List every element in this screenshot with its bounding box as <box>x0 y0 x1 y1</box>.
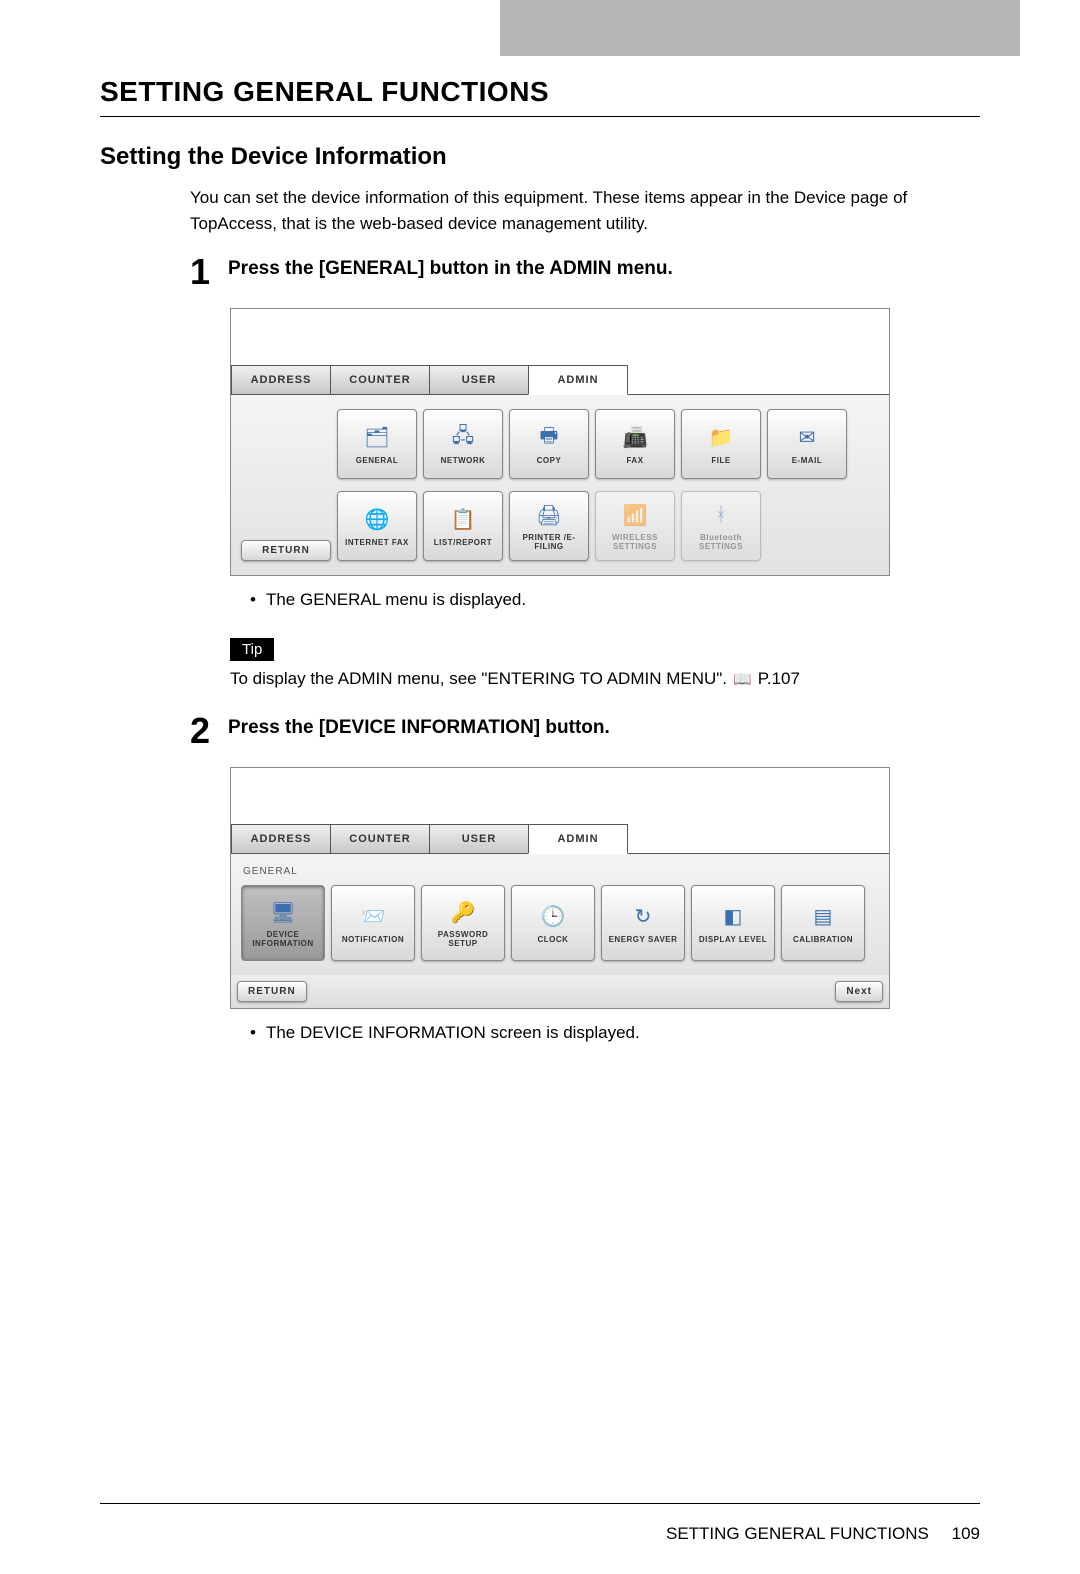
tip-text: To display the ADMIN menu, see "ENTERING… <box>230 669 980 689</box>
tab-row: ADDRESS COUNTER USER ADMIN <box>231 365 889 395</box>
step-2-result: The DEVICE INFORMATION screen is display… <box>250 1023 980 1043</box>
notification-button[interactable]: 📨 NOTIFICATION <box>331 885 415 961</box>
wireless-settings-button[interactable]: 📶 WIRELESS SETTINGS <box>595 491 675 561</box>
header-grey-block <box>500 0 1020 56</box>
screenshot-general-menu: ADDRESS COUNTER USER ADMIN GENERAL 🖥 DEV… <box>230 767 890 1009</box>
section-title: SETTING GENERAL FUNCTIONS <box>100 76 980 108</box>
tab-row: ADDRESS COUNTER USER ADMIN <box>231 824 889 854</box>
display-icon: ◧ <box>716 902 750 932</box>
copy-icon: 🖶 <box>532 423 566 453</box>
screenshot-admin-menu: ADDRESS COUNTER USER ADMIN 🗂 GENERAL 🖧 N… <box>230 308 890 576</box>
fax-button[interactable]: 📠 FAX <box>595 409 675 479</box>
fax-icon: 📠 <box>618 423 652 453</box>
clock-icon: 🕒 <box>536 902 570 932</box>
tab-address[interactable]: ADDRESS <box>231 365 331 395</box>
password-setup-button[interactable]: 🔑 PASSWORD SETUP <box>421 885 505 961</box>
page-footer: SETTING GENERAL FUNCTIONS 109 <box>100 1503 980 1574</box>
device-information-button[interactable]: 🖥 DEVICE INFORMATION <box>241 885 325 961</box>
energy-saver-button[interactable]: ↻ ENERGY SAVER <box>601 885 685 961</box>
file-icon: 📁 <box>704 423 738 453</box>
tab-admin[interactable]: ADMIN <box>528 824 628 854</box>
display-level-button[interactable]: ◧ DISPLAY LEVEL <box>691 885 775 961</box>
step-1-title: Press the [GENERAL] button in the ADMIN … <box>228 258 980 280</box>
energy-icon: ↻ <box>626 902 660 932</box>
subsection-title: Setting the Device Information <box>100 143 980 171</box>
next-button[interactable]: Next <box>835 981 883 1002</box>
bt-icon: ᚼ <box>704 500 738 530</box>
return-button[interactable]: RETURN <box>237 981 307 1002</box>
tab-user[interactable]: USER <box>429 365 529 395</box>
general-button[interactable]: 🗂 GENERAL <box>337 409 417 479</box>
step-2: 2 Press the [DEVICE INFORMATION] button. <box>190 713 980 749</box>
list-icon: 📋 <box>446 505 480 535</box>
tab-counter[interactable]: COUNTER <box>330 365 430 395</box>
calibration-button[interactable]: ▤ CALIBRATION <box>781 885 865 961</box>
breadcrumb-general: GENERAL <box>241 862 879 879</box>
list-report-button[interactable]: 📋 LIST/REPORT <box>423 491 503 561</box>
notify-icon: 📨 <box>356 902 390 932</box>
rule <box>100 116 980 117</box>
email-icon: ✉ <box>790 423 824 453</box>
step-1: 1 Press the [GENERAL] button in the ADMI… <box>190 254 980 290</box>
tab-counter[interactable]: COUNTER <box>330 824 430 854</box>
page-number: 109 <box>952 1524 980 1543</box>
tab-user[interactable]: USER <box>429 824 529 854</box>
step-number: 2 <box>190 713 228 749</box>
printer-icon: 🖨 <box>532 500 566 530</box>
email-button[interactable]: ✉ E-MAIL <box>767 409 847 479</box>
internet-fax-button[interactable]: 🌐 INTERNET FAX <box>337 491 417 561</box>
clock-button[interactable]: 🕒 CLOCK <box>511 885 595 961</box>
wifi-icon: 📶 <box>618 500 652 530</box>
tip-badge: Tip <box>230 638 274 661</box>
network-icon: 🖧 <box>446 423 480 453</box>
calib-icon: ▤ <box>806 902 840 932</box>
device-icon: 🖥 <box>266 897 300 927</box>
book-icon: 📖 <box>733 670 752 688</box>
printer-efiling-button[interactable]: 🖨 PRINTER /E-FILING <box>509 491 589 561</box>
header-bar <box>0 0 1080 56</box>
general-icon: 🗂 <box>360 423 394 453</box>
pwd-icon: 🔑 <box>446 897 480 927</box>
tab-address[interactable]: ADDRESS <box>231 824 331 854</box>
bluetooth-settings-button[interactable]: ᚼ Bluetooth SETTINGS <box>681 491 761 561</box>
footer-label: SETTING GENERAL FUNCTIONS <box>666 1524 929 1543</box>
network-button[interactable]: 🖧 NETWORK <box>423 409 503 479</box>
tab-admin[interactable]: ADMIN <box>528 365 628 395</box>
return-button[interactable]: RETURN <box>241 540 331 561</box>
copy-button[interactable]: 🖶 COPY <box>509 409 589 479</box>
step-2-title: Press the [DEVICE INFORMATION] button. <box>228 717 980 739</box>
step-number: 1 <box>190 254 228 290</box>
ifax-icon: 🌐 <box>360 505 394 535</box>
file-button[interactable]: 📁 FILE <box>681 409 761 479</box>
step-1-result: The GENERAL menu is displayed. <box>250 590 980 610</box>
intro-text: You can set the device information of th… <box>190 185 980 236</box>
